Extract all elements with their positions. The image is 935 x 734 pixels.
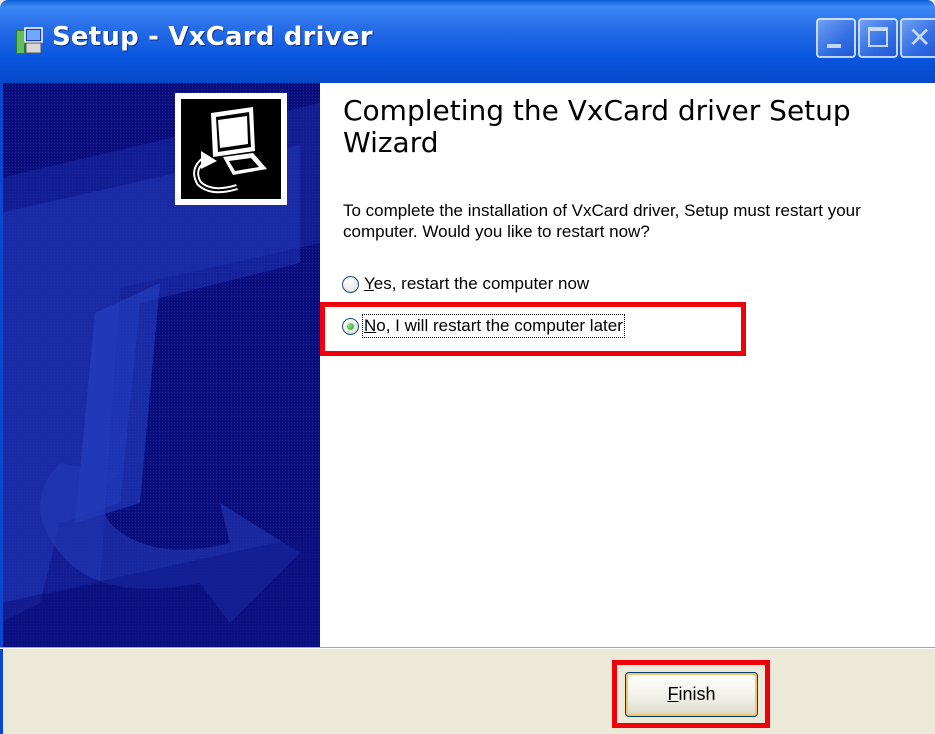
radio-restart-now[interactable]: Yes, restart the computer now [342,272,589,296]
finish-button[interactable]: Finish [625,672,758,717]
setup-app-icon [16,27,43,54]
radio-label-restart-now[interactable]: Yes, restart the computer now [364,274,589,294]
maximize-icon [868,27,888,47]
setup-wizard-window: Setup - VxCard driver ✕ Completing the V… [0,0,935,734]
radio-restart-later[interactable]: No, I will restart the computer later [342,314,625,338]
radio-button-restart-now[interactable] [342,275,359,293]
minimize-button[interactable] [816,18,856,58]
minimize-icon [827,44,841,48]
restart-message: To complete the installation of VxCard d… [343,201,861,241]
mnemonic-f: F [667,684,679,704]
wizard-content: Completing the VxCard driver Setup Wizar… [320,83,935,647]
close-button[interactable]: ✕ [900,18,935,58]
finish-label: inish [678,684,716,704]
mnemonic-n: N [364,316,377,335]
mnemonic-y: Y [364,274,374,293]
wizard-heading: Completing the VxCard driver Setup Wizar… [343,94,851,159]
close-icon: ✕ [908,21,932,54]
computer-setup-icon [193,107,267,194]
window-frame-left [0,83,3,734]
label-text-restart-later: o, I will restart the computer later [376,316,623,335]
wizard-side-panel [0,83,320,647]
window-title: Setup - VxCard driver [52,22,373,52]
footer-divider [0,647,935,649]
radio-label-restart-later[interactable]: No, I will restart the computer later [362,314,625,338]
setup-logo [175,93,287,205]
radio-button-restart-later[interactable] [342,317,359,335]
maximize-button[interactable] [858,18,898,58]
title-bar[interactable]: Setup - VxCard driver ✕ [0,0,935,83]
label-text-restart-now: es, restart the computer now [373,274,590,293]
